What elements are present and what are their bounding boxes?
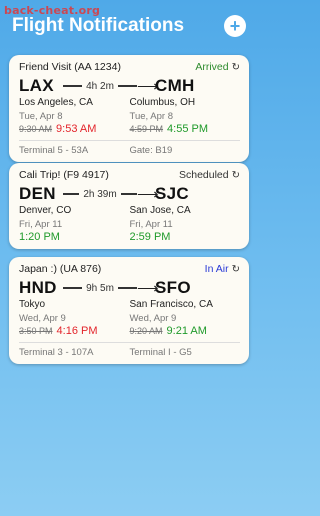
scheduled-arrival: 4:59 PM [129,124,164,134]
flight-duration: 4h 2m [86,80,114,92]
departure-date: Fri, Apr 11 [19,219,63,230]
duration-indicator: 9h 5m [63,282,138,294]
origin-city: Tokyo [19,299,46,310]
origin-code: LAX [19,76,54,95]
watermark: back-cheat.org [4,4,101,17]
duration-line [63,193,80,195]
arrival-date: Wed, Apr 9 [129,313,177,324]
status-label: Scheduled [178,169,229,181]
status-badge: Scheduled ↻ [179,169,240,181]
duration-line [63,287,83,289]
actual-departure: 9:53 AM [56,123,97,135]
flight-duration: 2h 39m [83,188,117,200]
flight-title: Japan :) (UA 876) [19,263,102,275]
destination-code: SFO [155,278,191,297]
divider [19,140,240,141]
departure-date: Wed, Apr 9 [19,313,66,324]
refresh-icon[interactable]: ↻ [232,62,240,73]
actual-arrival: 2:59 PM [129,231,171,243]
destination-code: CMH [155,76,195,95]
actual-arrival: 9:21 AM [166,325,207,337]
status-label: Arrived [195,61,229,73]
arrow-right-icon: ⟶ [137,186,159,203]
flight-card[interactable]: Cali Trip! (F9 4917) Scheduled ↻ DEN 2h … [9,163,249,249]
arrow-right-icon: ⟶ [137,280,159,297]
status-label: In Air [204,263,229,275]
divider [19,342,240,343]
destination-city: San Francisco, CA [129,299,213,310]
flight-title: Friend Visit (AA 1234) [19,61,121,73]
flight-title: Cali Trip! (F9 4917) [19,169,109,181]
destination-city: San Jose, CA [129,205,191,216]
origin-city: Denver, CO [19,205,72,216]
flight-card[interactable]: Japan :) (UA 876) In Air ↻ HND 9h 5m ⟶ S… [9,257,249,364]
duration-line [63,85,83,87]
actual-arrival: 4:55 PM [167,123,208,135]
scheduled-arrival: 9:20 AM [129,326,163,336]
scheduled-departure: 3:50 PM [19,326,53,336]
arrival-date: Fri, Apr 11 [129,219,173,230]
status-badge: In Air ↻ [205,263,240,275]
duration-line [120,193,138,195]
refresh-icon[interactable]: ↻ [232,170,240,181]
duration-indicator: 4h 2m [63,80,138,92]
scheduled-departure: 9:30 AM [19,124,53,134]
duration-line [117,287,138,289]
arrival-terminal: Terminal I - G5 [129,347,192,358]
destination-city: Columbus, OH [129,97,196,108]
departure-terminal: Terminal 5 - 53A [19,145,89,156]
arrival-date: Tue, Apr 8 [129,111,173,122]
destination-code: SJC [155,184,189,203]
departure-terminal: Terminal 3 - 107A [19,347,94,358]
duration-indicator: 2h 39m [63,188,138,200]
status-badge: Arrived ↻ [195,61,240,73]
add-flight-button[interactable]: + [224,15,246,37]
departure-date: Tue, Apr 8 [19,111,63,122]
origin-code: DEN [19,184,56,203]
duration-line [117,85,138,87]
plus-icon: + [229,16,241,36]
page-title: Flight Notifications [12,15,185,36]
flight-duration: 9h 5m [86,282,114,294]
refresh-icon[interactable]: ↻ [232,264,240,275]
origin-code: HND [19,278,57,297]
flight-card[interactable]: Friend Visit (AA 1234) Arrived ↻ LAX 4h … [9,55,249,162]
origin-city: Los Angeles, CA [19,97,93,108]
actual-departure: 1:20 PM [19,231,60,243]
actual-departure: 4:16 PM [56,325,98,337]
arrival-terminal: Gate: B19 [129,145,173,156]
arrow-right-icon: ⟶ [137,78,159,95]
